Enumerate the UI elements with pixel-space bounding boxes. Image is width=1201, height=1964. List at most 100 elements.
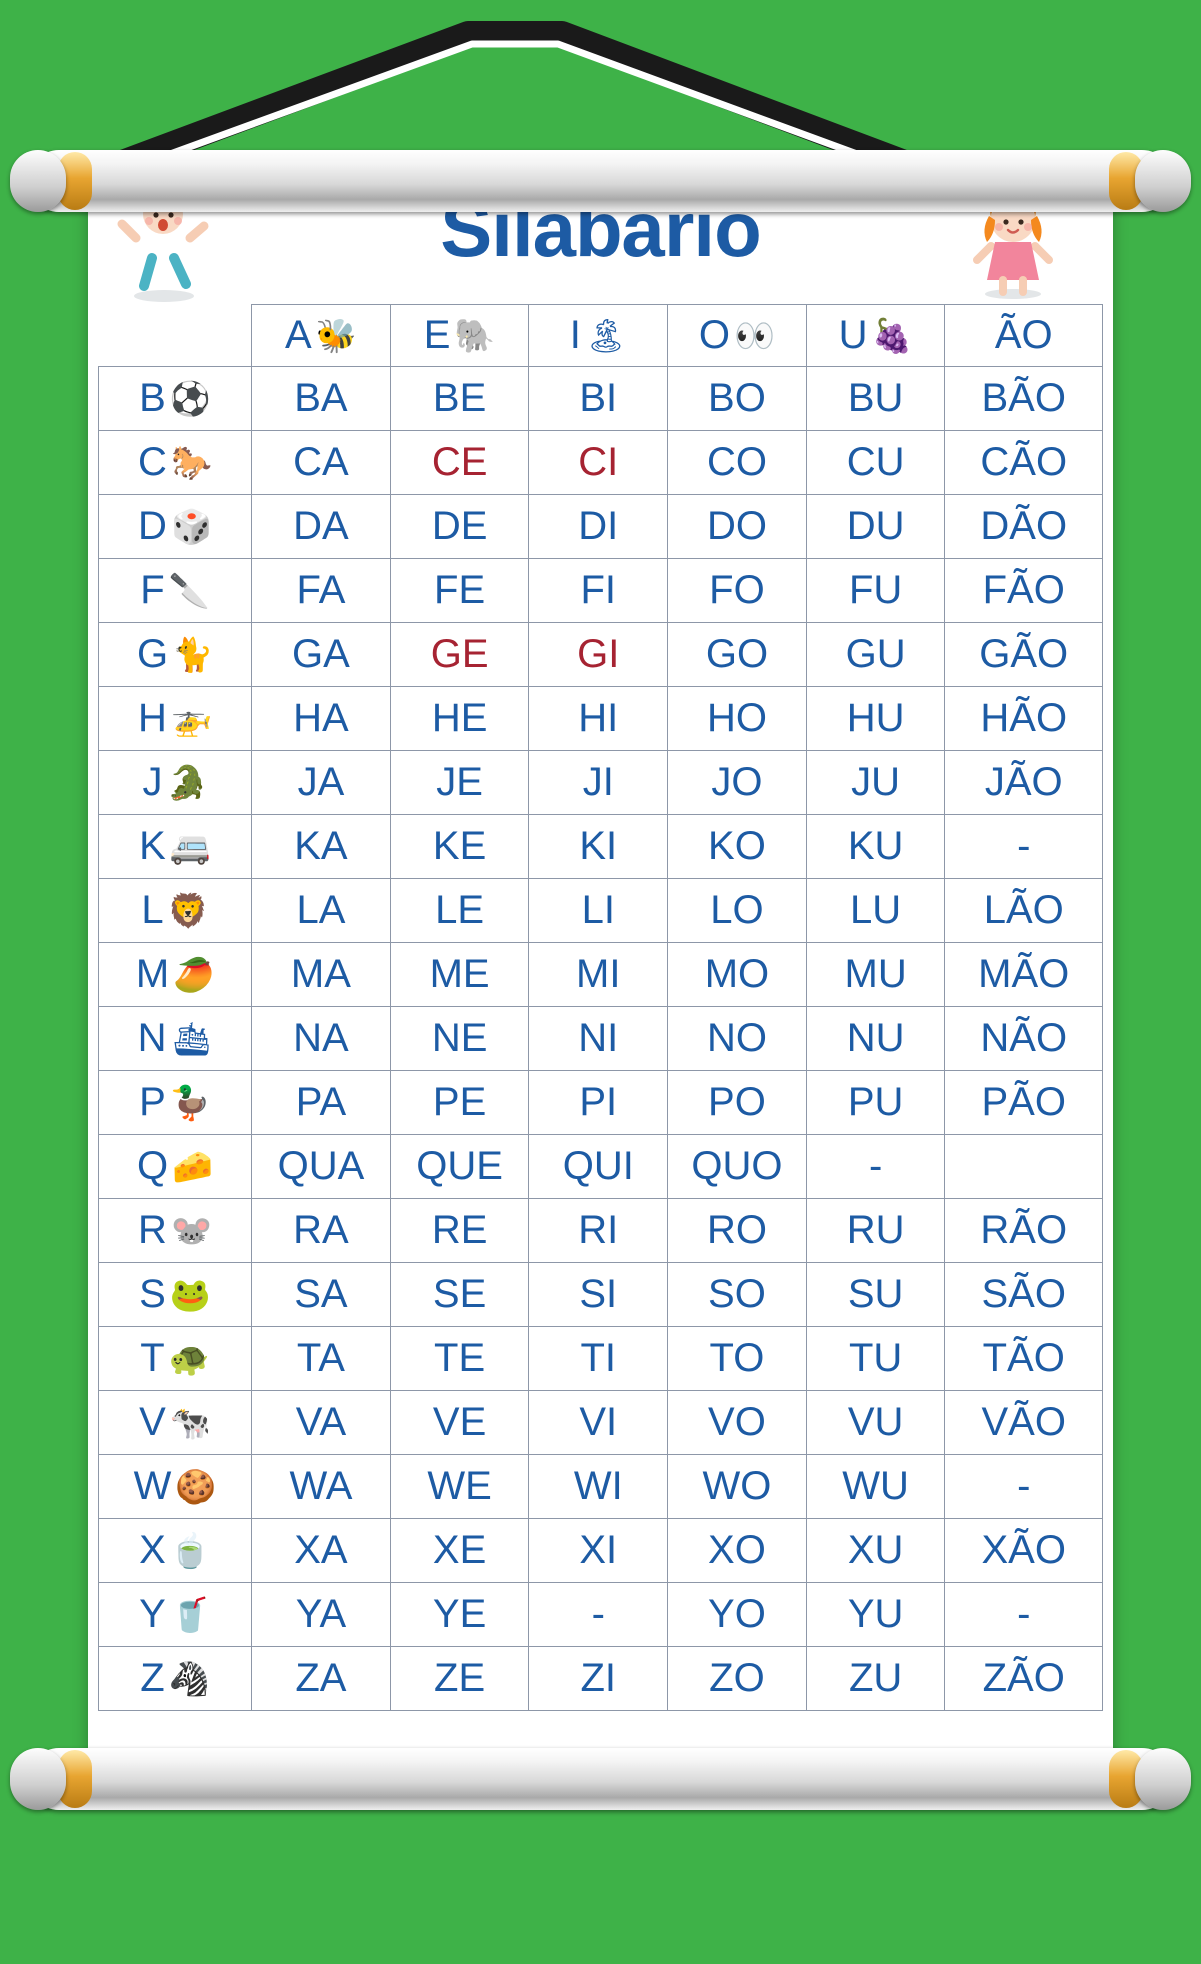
syllable-cell: ZI (528, 1646, 669, 1711)
syllable-cell: CÃO (944, 430, 1103, 495)
syllable-cell: MA (251, 942, 391, 1007)
consonant-label: H (138, 696, 167, 740)
header-vowel-label: U (838, 313, 868, 357)
consonant-icon-v: 🐄 (169, 1404, 211, 1441)
table-row: R 🐭 RA RE RI RO RU RÃO (97, 1198, 1103, 1263)
table-row: H 🚁 HA HE HI HO HU HÃO (97, 686, 1103, 751)
syllable-cell: NÃO (944, 1006, 1103, 1071)
syllable-cell: RI (528, 1198, 669, 1263)
syllable-cell: SÃO (944, 1262, 1103, 1327)
consonant-icon-z: 🦓 (168, 1660, 210, 1697)
header-vowel-label: I (569, 313, 581, 357)
syllable-cell: LU (805, 878, 946, 943)
row-consonant-H: H 🚁 (97, 686, 253, 751)
syllable-cell: ZA (251, 1646, 391, 1711)
syllable-cell: JI (528, 750, 669, 815)
syllable-cell: ME (389, 942, 530, 1007)
syllable-cell: CE (389, 430, 530, 495)
syllable-cell: BE (389, 366, 530, 431)
syllable-cell: YO (667, 1582, 807, 1647)
header-icon-u: 🍇 (871, 317, 913, 354)
syllable-cell: DA (251, 494, 391, 559)
top-roller (10, 150, 1191, 212)
syllable-cell: DI (528, 494, 669, 559)
table-row: D 🎲 DA DE DI DO DU DÃO (97, 494, 1103, 559)
syllable-cell: KA (251, 814, 391, 879)
syllable-cell: KO (667, 814, 807, 879)
header-vowel-label: A (285, 313, 312, 357)
syllable-cell: FE (389, 558, 530, 623)
consonant-icon-n: 🛳 (170, 1020, 213, 1057)
syllable-cell: VE (389, 1390, 530, 1455)
syllable-cell: ZU (805, 1646, 946, 1711)
syllable-cell: CO (667, 430, 807, 495)
syllable-cell: GÃO (944, 622, 1103, 687)
syllable-cell: XE (389, 1518, 530, 1583)
syllable-cell: FA (251, 558, 391, 623)
syllable-cell: QUO (667, 1134, 807, 1199)
syllable-cell: DE (389, 494, 530, 559)
syllable-cell: QUA (251, 1134, 391, 1199)
row-consonant-C: C 🐎 (97, 430, 253, 495)
syllable-cell: NA (251, 1006, 391, 1071)
syllable-cell: BA (251, 366, 391, 431)
bottom-roller-knob-right (1135, 1748, 1191, 1810)
consonant-label: T (140, 1336, 165, 1380)
syllable-cell: VO (667, 1390, 807, 1455)
consonant-icon-r: 🐭 (170, 1212, 213, 1249)
row-consonant-N: N 🛳 (97, 1006, 253, 1071)
consonant-label: N (137, 1016, 167, 1060)
syllable-cell: DO (667, 494, 807, 559)
table-row: X 🍵 XA XE XI XO XU XÃO (97, 1518, 1103, 1583)
syllable-cell: RA (251, 1198, 391, 1263)
syllable-cell: PA (251, 1070, 391, 1135)
syllable-cell: - (805, 1134, 946, 1199)
syllable-cell: TE (389, 1326, 530, 1391)
syllable-cell: JE (389, 750, 530, 815)
consonant-icon-g: 🐈 (172, 636, 214, 673)
syllable-cell: XO (667, 1518, 807, 1583)
consonant-label: V (139, 1400, 166, 1444)
row-consonant-X: X 🍵 (97, 1518, 253, 1583)
syllable-cell: JA (251, 750, 391, 815)
consonant-icon-q: 🧀 (172, 1148, 214, 1185)
consonant-label: D (138, 504, 167, 548)
syllable-cell: RU (805, 1198, 946, 1263)
row-consonant-R: R 🐭 (97, 1198, 253, 1263)
syllable-cell: FU (805, 558, 946, 623)
syllable-cell: CA (251, 430, 391, 495)
syllable-cell: YU (805, 1582, 946, 1647)
roller-knob-left (10, 150, 66, 212)
syllable-cell: JÃO (944, 750, 1103, 815)
syllable-cell: LÃO (944, 878, 1103, 943)
roller-knob-right (1135, 150, 1191, 212)
syllable-cell: DÃO (944, 494, 1103, 559)
syllable-cell: HU (805, 686, 946, 751)
consonant-label: Q (136, 1144, 169, 1188)
syllable-cell: PI (528, 1070, 669, 1135)
syllable-cell: XA (251, 1518, 391, 1583)
consonant-icon-p: 🦆 (169, 1084, 211, 1121)
syllable-cell: ZÃO (944, 1646, 1103, 1711)
table-row: S 🐸 SA SE SI SO SU SÃO (97, 1262, 1103, 1327)
row-consonant-M: M 🥭 (97, 942, 253, 1007)
syllable-cell: WE (389, 1454, 530, 1519)
syllable-cell: RÃO (944, 1198, 1103, 1263)
consonant-label: X (139, 1528, 166, 1572)
consonant-label: C (138, 440, 167, 484)
syllable-cell: FÃO (944, 558, 1103, 623)
syllable-cell: MO (667, 942, 807, 1007)
syllable-cell: MÃO (944, 942, 1103, 1007)
consonant-label: J (142, 760, 163, 804)
syllable-cell: PU (805, 1070, 946, 1135)
consonant-icon-f: 🔪 (168, 572, 210, 609)
syllable-cell: SO (667, 1262, 807, 1327)
row-consonant-L: L 🦁 (97, 878, 253, 943)
row-consonant-S: S 🐸 (97, 1262, 253, 1327)
header-vowel-label: E (423, 313, 451, 357)
consonant-label: Z (140, 1656, 165, 1700)
consonant-label: P (139, 1080, 166, 1124)
syllable-cell: - (944, 1582, 1103, 1647)
syllable-cell: VU (805, 1390, 946, 1455)
header-vowel-label: O (698, 313, 730, 357)
